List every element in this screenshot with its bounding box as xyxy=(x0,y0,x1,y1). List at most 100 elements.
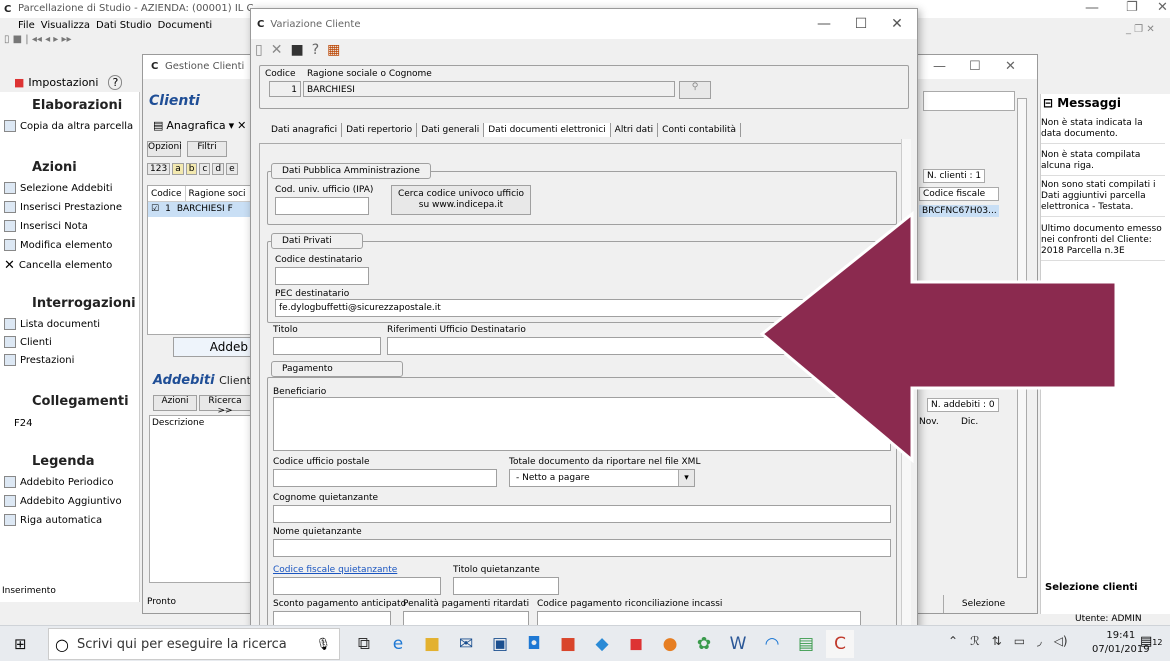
cf-quietanzante-label[interactable]: Codice fiscale quietanzante xyxy=(273,565,397,575)
cf-quietanzante-field[interactable] xyxy=(273,577,441,595)
table-row[interactable]: ☑ 1 BARCHIESI F xyxy=(148,202,250,217)
gestione-close-button[interactable]: ✕ xyxy=(1005,59,1016,74)
chevron-up-icon[interactable]: ⌃ xyxy=(948,634,958,648)
microphone-icon[interactable]: 🎙 xyxy=(316,637,331,651)
selezione-button[interactable]: Selezione xyxy=(943,595,1023,613)
addebiti-heading: Addebiti Client xyxy=(153,373,251,388)
col-ragione[interactable]: Ragione soci xyxy=(186,186,249,201)
item-prestazioni[interactable]: Prestazioni xyxy=(0,354,74,366)
item-clienti[interactable]: Clienti xyxy=(0,336,52,348)
battery-icon[interactable]: ▭ xyxy=(1014,634,1025,648)
dialog-close-button[interactable]: ✕ xyxy=(879,12,915,36)
addebiti-toggle-button[interactable]: Addeb xyxy=(173,337,253,357)
edge-icon[interactable]: e xyxy=(384,630,412,658)
chrome-icon[interactable]: ● xyxy=(656,630,684,658)
main-min-button[interactable]: — xyxy=(1085,0,1099,16)
ipa-field[interactable] xyxy=(275,197,369,215)
dialog-min-button[interactable]: — xyxy=(806,12,842,36)
letter-123[interactable]: 123 xyxy=(147,163,171,175)
impostazioni-tab[interactable]: ■ Impostazioni ? xyxy=(0,72,140,92)
mail-icon[interactable]: ✉ xyxy=(452,630,480,658)
search-box[interactable]: ○ Scrivi qui per eseguire la ricerca 🎙 xyxy=(48,628,340,660)
ragione-value[interactable]: BARCHIESI xyxy=(303,81,675,97)
col-descrizione[interactable]: Descrizione xyxy=(152,418,204,428)
item-f24[interactable]: F24 xyxy=(0,418,32,429)
nome-quietanzante-field[interactable] xyxy=(273,539,891,557)
totale-select[interactable]: - Netto a pagare ▾ xyxy=(509,469,695,487)
azioni-button[interactable]: Azioni xyxy=(153,395,197,411)
help-icon[interactable]: ? xyxy=(312,42,319,58)
lookup-button[interactable]: ⚲ xyxy=(679,81,711,99)
tab-conti-contabilita[interactable]: Conti contabilità xyxy=(658,123,742,137)
anagrafica-dropdown[interactable]: ▤ Anagrafica ▾ ✕ xyxy=(153,119,246,132)
col-codice[interactable]: Codice xyxy=(148,186,186,201)
close-icon[interactable]: ✕ xyxy=(237,119,246,132)
delete-icon[interactable]: ✕ xyxy=(271,42,283,58)
cf-column-header[interactable]: Codice fiscale xyxy=(919,187,999,201)
tab-dati-generali[interactable]: Dati generali xyxy=(417,123,485,137)
main-restore-button[interactable]: ❐ xyxy=(1126,0,1138,15)
gestione-max-button[interactable]: ☐ xyxy=(969,59,981,74)
addebiti-client: Client xyxy=(219,374,251,387)
letter-b[interactable]: b xyxy=(185,163,198,175)
task-view-icon[interactable]: ⧉ xyxy=(350,630,378,658)
help-icon[interactable]: ? xyxy=(108,74,123,90)
checkbox-icon[interactable]: ☑ xyxy=(151,202,159,217)
item-lista-documenti[interactable]: Lista documenti xyxy=(0,318,100,330)
letter-a[interactable]: a xyxy=(172,163,184,175)
search-ipa-button[interactable]: Cerca codice univoco ufficio su www.indi… xyxy=(391,185,531,215)
item-inserisci-nota[interactable]: Inserisci Nota xyxy=(0,220,88,232)
chevron-down-icon[interactable]: ▾ xyxy=(678,470,694,486)
app-icon[interactable]: ◆ xyxy=(588,630,616,658)
tab-altri-dati[interactable]: Altri dati xyxy=(611,123,659,137)
new-icon[interactable]: ▯ xyxy=(255,42,263,58)
titolo-quietanzante-field[interactable] xyxy=(453,577,559,595)
titolo-field[interactable] xyxy=(273,337,381,355)
volume-icon[interactable]: ◁) xyxy=(1054,634,1068,648)
mdi-min-button[interactable]: _ ❐ ✕ xyxy=(1126,24,1155,35)
windows-start-button[interactable]: ⊞ xyxy=(14,635,27,653)
tab-dati-repertorio[interactable]: Dati repertorio xyxy=(342,123,418,137)
photos-icon[interactable]: ▤ xyxy=(792,630,820,658)
store-icon[interactable]: ▣ xyxy=(486,630,514,658)
tab-dati-anagrafici[interactable]: Dati anagrafici xyxy=(267,123,343,137)
item-copia-parcella[interactable]: Copia da altra parcella xyxy=(0,120,133,132)
calc-icon[interactable]: ▦ xyxy=(327,42,340,58)
main-close-button[interactable]: ✕ xyxy=(1157,0,1168,15)
gestione-min-button[interactable]: — xyxy=(933,59,946,74)
ricerca-button[interactable]: Ricerca >> xyxy=(199,395,251,416)
save-icon[interactable]: ■ xyxy=(290,42,303,58)
word-icon[interactable]: W xyxy=(724,630,752,658)
wifi-icon[interactable]: ◞ xyxy=(1037,634,1042,648)
cognome-quietanzante-field[interactable] xyxy=(273,505,891,523)
letter-d[interactable]: d xyxy=(212,163,225,175)
menu-documenti[interactable]: Documenti xyxy=(158,18,213,34)
parcellazione-app-icon[interactable]: C xyxy=(826,630,854,658)
tab-dati-documenti-elettronici[interactable]: Dati documenti elettronici xyxy=(484,123,611,137)
item-label: Addebito Periodico xyxy=(20,476,114,488)
notifications-button[interactable]: ▤12 xyxy=(1140,634,1162,649)
letter-e[interactable]: e xyxy=(226,163,238,175)
codice-destinatario-field[interactable] xyxy=(275,267,369,285)
menu-file[interactable]: File xyxy=(18,18,35,34)
item-cancella-elemento[interactable]: ✕ Cancella elemento xyxy=(0,258,112,273)
cod-ufficio-postale-field[interactable] xyxy=(273,469,497,487)
office-icon[interactable]: ■ xyxy=(554,630,582,658)
menu-visualizza[interactable]: Visualizza xyxy=(41,18,90,34)
codice-value[interactable]: 1 xyxy=(269,81,301,97)
item-modifica-elemento[interactable]: Modifica elemento xyxy=(0,239,112,251)
wifi-app-icon[interactable]: ◠ xyxy=(758,630,786,658)
filtri-button[interactable]: Filtri xyxy=(187,141,227,157)
dialog-max-button[interactable]: ☐ xyxy=(843,12,879,36)
menu-dati-studio[interactable]: Dati Studio xyxy=(96,18,152,34)
item-selezione-addebiti[interactable]: Selezione Addebiti xyxy=(0,182,113,194)
settings-icon[interactable]: ✿ xyxy=(690,630,718,658)
people-icon[interactable]: ℛ xyxy=(970,634,980,648)
paint-icon[interactable]: ◼ xyxy=(622,630,650,658)
item-inserisci-prestazione[interactable]: Inserisci Prestazione xyxy=(0,201,122,213)
letter-c[interactable]: c xyxy=(199,163,211,175)
file-explorer-icon[interactable]: ■ xyxy=(418,630,446,658)
network-icon[interactable]: ⇅ xyxy=(992,634,1002,648)
outlook-icon[interactable]: ◘ xyxy=(520,630,548,658)
opzioni-button[interactable]: Opzioni xyxy=(147,141,182,157)
